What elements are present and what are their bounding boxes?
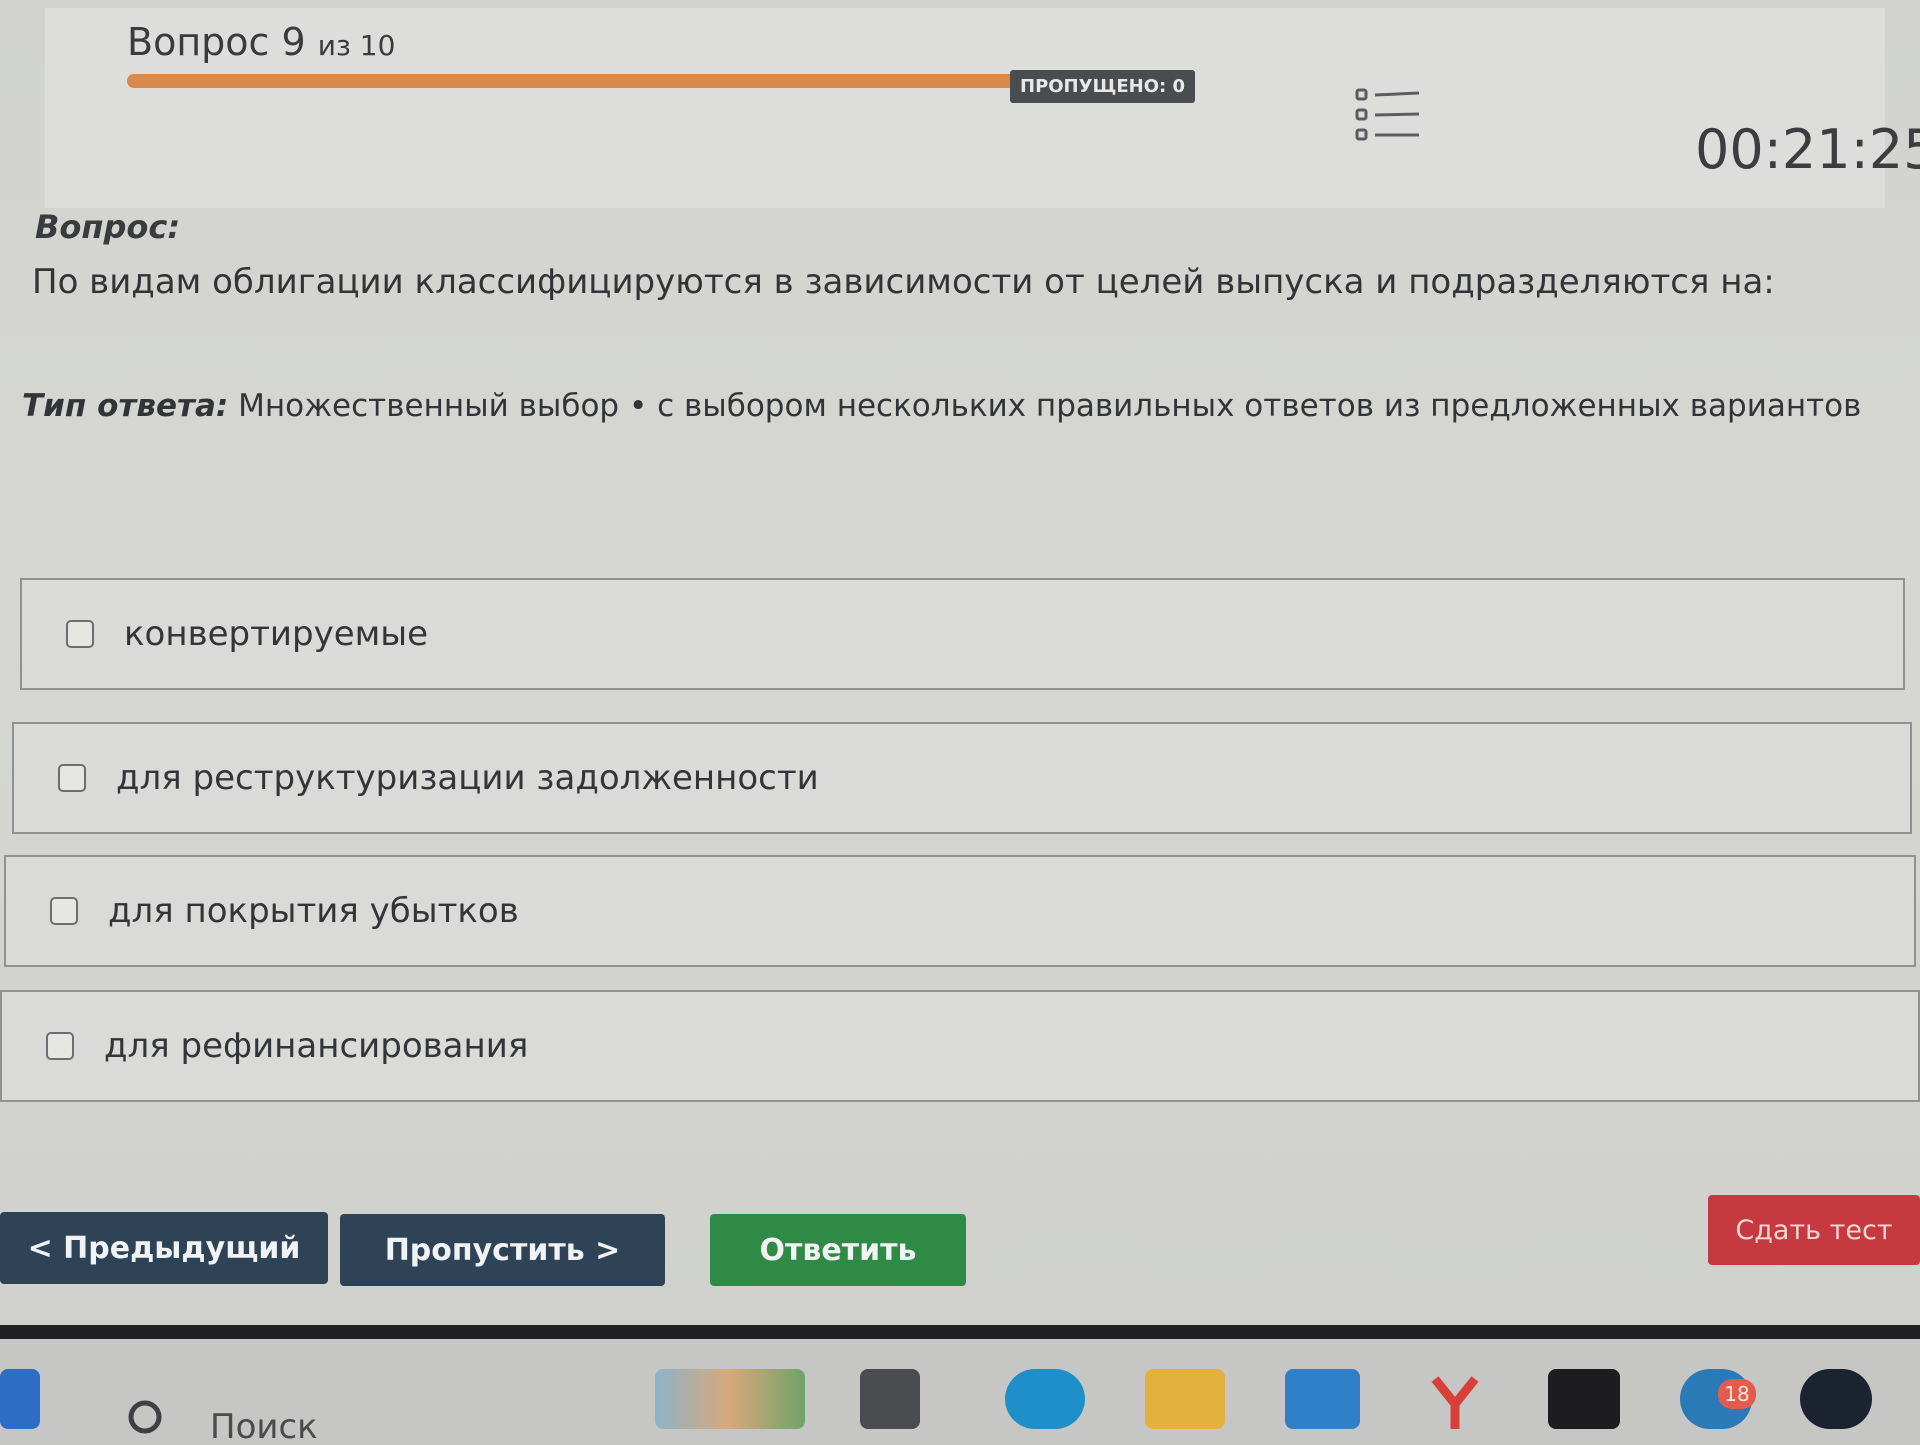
question-list-icon[interactable]	[1355, 86, 1425, 146]
countdown-timer: 00:21:25	[1695, 118, 1920, 181]
option-checkbox[interactable]	[58, 764, 86, 792]
question-counter: Вопрос 9 из 10	[127, 20, 395, 64]
option-label: для рефинансирования	[104, 1026, 529, 1066]
skipped-badge: ПРОПУЩЕНО: 0	[1010, 70, 1196, 103]
store-icon[interactable]	[1285, 1369, 1360, 1429]
start-icon[interactable]	[0, 1369, 40, 1429]
taskbar: Поиск 18	[0, 1339, 1920, 1445]
quiz-header: Вопрос 9 из 10 ПРОПУЩЕНО: 0 00:21:25	[45, 8, 1920, 208]
notification-badge: 18	[1718, 1379, 1756, 1409]
edge-icon[interactable]	[1005, 1369, 1085, 1429]
question-total: из 10	[317, 29, 396, 62]
app-h-icon[interactable]	[1548, 1369, 1620, 1429]
file-explorer-icon[interactable]	[1145, 1369, 1225, 1429]
answer-option[interactable]: для рефинансирования	[0, 990, 1920, 1102]
option-checkbox[interactable]	[46, 1032, 74, 1060]
option-checkbox[interactable]	[50, 897, 78, 925]
search-icon[interactable]	[125, 1397, 171, 1443]
answer-type: Тип ответа: Множественный выбор • с выбо…	[22, 388, 1902, 424]
steam-icon[interactable]	[1800, 1369, 1872, 1429]
task-view-icon[interactable]	[860, 1369, 920, 1429]
answer-option[interactable]: для покрытия убытков	[4, 855, 1916, 967]
question-heading: Вопрос:	[35, 208, 181, 246]
option-label: конвертируемые	[124, 614, 429, 654]
question-number: Вопрос 9	[127, 20, 306, 64]
answer-option[interactable]: для реструктуризации задолженности	[12, 722, 1912, 834]
widgets-icon[interactable]	[655, 1369, 805, 1429]
answer-button[interactable]: Ответить	[710, 1214, 966, 1286]
progress-fill	[127, 74, 1086, 88]
option-label: для покрытия убытков	[108, 891, 519, 931]
option-checkbox[interactable]	[66, 620, 94, 648]
yandex-browser-icon[interactable]	[1420, 1369, 1490, 1429]
question-text: По видам облигации классифицируются в за…	[32, 262, 1775, 302]
previous-button[interactable]: < Предыдущий	[0, 1212, 328, 1284]
submit-test-button[interactable]: Сдать тест	[1708, 1195, 1920, 1265]
test-page: Вопрос 9 из 10 ПРОПУЩЕНО: 0 00:21:25 Воп…	[0, 0, 1920, 1445]
option-label: для реструктуризации задолженности	[116, 758, 819, 798]
skip-button[interactable]: Пропустить >	[340, 1214, 665, 1286]
taskbar-search-placeholder[interactable]: Поиск	[210, 1407, 318, 1445]
answer-option[interactable]: конвертируемые	[20, 578, 1905, 690]
screen-bezel	[0, 1325, 1920, 1339]
answer-type-text: Множественный выбор • с выбором нескольк…	[238, 388, 1862, 424]
answer-type-label: Тип ответа:	[22, 388, 229, 424]
